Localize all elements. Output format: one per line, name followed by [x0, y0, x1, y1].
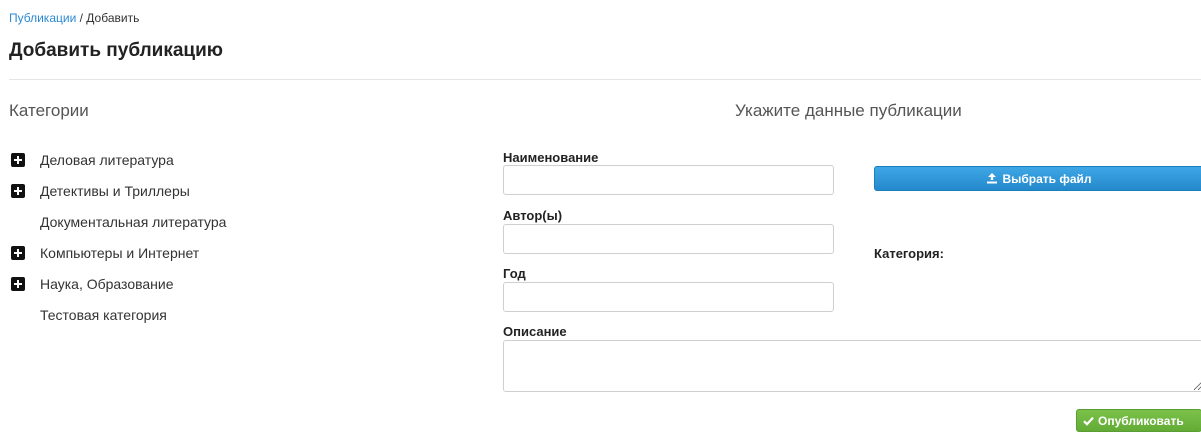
- category-item-computers[interactable]: Компьютеры и Интернет: [9, 237, 226, 268]
- name-label: Наименование: [503, 150, 599, 165]
- choose-file-label: Выбрать файл: [1002, 171, 1092, 186]
- breadcrumb: Публикации / Добавить: [9, 11, 139, 25]
- publish-button[interactable]: Опубликовать: [1076, 409, 1201, 432]
- category-list: Деловая литература Детективы и Триллеры …: [9, 144, 226, 330]
- upload-icon: [986, 173, 998, 184]
- header-divider: [9, 79, 1201, 80]
- plus-square-icon[interactable]: [11, 245, 25, 260]
- category-item-documentary[interactable]: Документальная литература: [9, 206, 226, 237]
- plus-square-icon[interactable]: [11, 152, 25, 167]
- category-label: Наука, Образование: [40, 275, 174, 292]
- category-item-test[interactable]: Тестовая категория: [9, 299, 226, 330]
- publish-label: Опубликовать: [1098, 413, 1184, 428]
- breadcrumb-link-publications[interactable]: Публикации: [9, 11, 76, 25]
- check-icon: [1083, 416, 1094, 426]
- category-label: Компьютеры и Интернет: [40, 244, 200, 261]
- category-label: Деловая литература: [40, 151, 174, 168]
- name-input[interactable]: [503, 165, 834, 195]
- author-input[interactable]: [503, 224, 834, 254]
- category-item-business[interactable]: Деловая литература: [9, 144, 226, 175]
- category-label: Тестовая категория: [40, 306, 167, 323]
- selected-category-label: Категория:: [874, 246, 944, 261]
- description-textarea[interactable]: [503, 340, 1201, 392]
- category-item-detectives[interactable]: Детективы и Триллеры: [9, 175, 226, 206]
- categories-heading: Категории: [9, 101, 89, 120]
- plus-square-icon[interactable]: [11, 276, 25, 291]
- year-input[interactable]: [503, 282, 834, 312]
- page-title: Добавить публикацию: [9, 40, 224, 61]
- category-label: Детективы и Триллеры: [40, 182, 190, 199]
- category-label: Документальная литература: [40, 213, 227, 230]
- form-heading: Укажите данные публикации: [735, 101, 962, 120]
- breadcrumb-current: Добавить: [86, 11, 140, 25]
- author-label: Автор(ы): [503, 208, 563, 223]
- year-label: Год: [503, 266, 526, 281]
- category-item-science[interactable]: Наука, Образование: [9, 268, 226, 299]
- description-label: Описание: [503, 324, 567, 339]
- choose-file-button[interactable]: Выбрать файл: [874, 166, 1201, 191]
- plus-square-icon[interactable]: [11, 183, 25, 198]
- breadcrumb-separator: /: [76, 11, 87, 25]
